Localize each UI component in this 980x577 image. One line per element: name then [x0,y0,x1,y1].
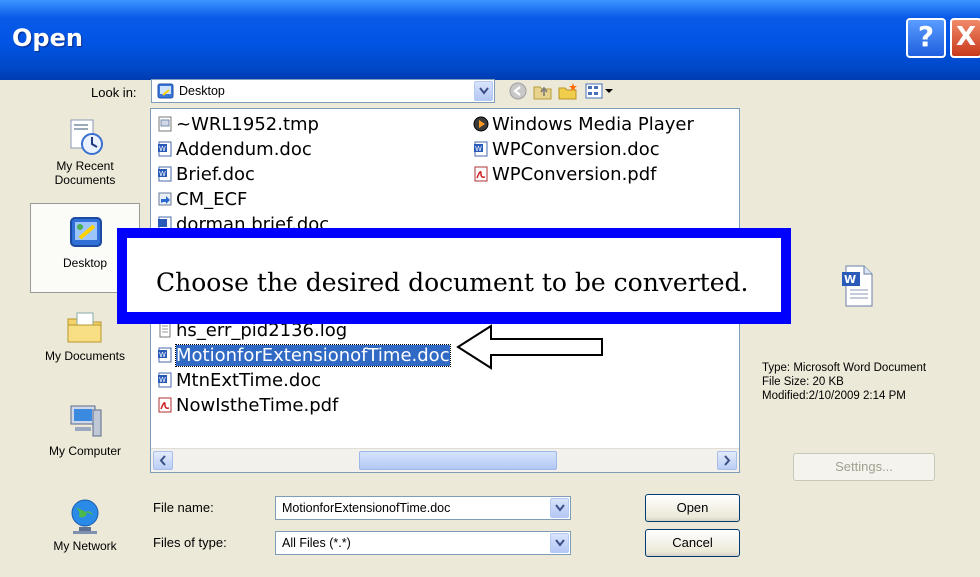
settings-button[interactable]: Settings... [793,453,935,481]
list-item[interactable]: W WPConversion.doc [473,138,660,162]
scroll-left-button[interactable] [153,451,173,470]
preview-type: Type: Microsoft Word Document [762,362,927,374]
my-network-icon [65,497,105,537]
dialog-title: Open [12,24,83,52]
place-my-recent-documents[interactable]: My Recent Documents [30,107,140,197]
file-name: WPConversion.doc [492,139,660,160]
file-name: MotionforExtensionofTime.doc [175,344,451,367]
file-name: Addendum.doc [176,139,312,160]
instruction-text: Choose the desired document to be conver… [156,268,749,297]
place-label: My Network [53,539,117,553]
look-in-value: Desktop [179,84,225,98]
my-documents-icon [65,307,105,347]
place-my-network[interactable]: My Network [30,487,140,577]
chevron-right-icon [724,455,731,466]
file-type-value: All Files (*.*) [282,536,351,550]
svg-text:W: W [159,145,166,153]
list-item-selected[interactable]: W MotionforExtensionofTime.doc [157,344,451,368]
file-name-value: MotionforExtensionofTime.doc [282,501,451,515]
horizontal-scrollbar[interactable] [151,448,739,472]
new-folder-icon[interactable] [558,82,578,104]
place-label: My Documents [44,349,126,363]
cancel-button[interactable]: Cancel [645,529,740,557]
file-type-select[interactable]: All Files (*.*) [275,531,571,555]
list-item[interactable]: WPConversion.pdf [473,163,656,187]
file-name-dropdown-button[interactable] [550,498,569,518]
word-doc-preview-icon: W [838,264,878,308]
places-bar: My Recent Documents Desktop My Documents … [30,107,140,557]
shortcut-icon [157,190,173,206]
file-name: NowIstheTime.pdf [176,395,339,416]
recent-documents-icon [65,117,105,157]
file-name: ~WRL1952.tmp [176,114,319,135]
svg-text:W: W [159,376,166,384]
open-button[interactable]: Open [645,494,740,522]
close-button[interactable]: X [950,18,980,58]
scroll-right-button[interactable] [717,451,737,470]
pdf-file-icon [157,396,173,413]
list-item[interactable]: W Brief.doc [157,163,255,187]
title-bar[interactable]: Open ? X [0,0,980,80]
svg-text:W: W [475,145,482,153]
scroll-thumb[interactable] [359,451,557,470]
place-label: Desktop [62,256,108,270]
place-label: My Computer [48,444,122,458]
place-label-line1: My Recent [56,159,114,173]
word-doc-icon: W [157,346,173,363]
file-name: CM_ECF [176,189,248,210]
open-dialog: Open ? X Look in: Desktop My Recent Docu… [0,0,980,565]
svg-text:W: W [159,351,166,359]
tmp-file-icon [157,115,173,132]
look-in-combo[interactable]: Desktop [151,79,495,103]
instruction-callout: Choose the desired document to be conver… [117,228,791,324]
file-type-label: Files of type: [153,535,227,550]
word-doc-icon: W [473,140,489,157]
file-name: Windows Media Player [492,114,694,135]
list-item[interactable]: Windows Media Player [473,113,694,137]
desktop-icon [66,214,106,254]
preview-size: File Size: 20 KB [762,376,844,388]
pdf-file-icon [473,165,489,182]
list-item[interactable]: CM_ECF [157,188,247,212]
file-name: Brief.doc [176,164,255,185]
help-button[interactable]: ? [906,18,946,58]
chevron-down-icon [555,504,565,512]
look-in-dropdown-button[interactable] [474,81,493,101]
file-name-input[interactable]: MotionforExtensionofTime.doc [275,496,571,520]
svg-text:W: W [844,273,856,286]
word-doc-icon: W [157,140,173,157]
list-item[interactable]: W MtnExtTime.doc [157,369,321,393]
my-computer-icon [65,402,105,442]
chevron-down-icon [479,87,489,95]
view-menu-icon[interactable] [585,82,615,104]
svg-text:W: W [159,170,166,178]
list-item[interactable]: ~WRL1952.tmp [157,113,319,137]
look-in-label: Look in: [91,85,137,100]
word-doc-icon: W [157,165,173,182]
desktop-small-icon [157,83,174,102]
chevron-down-icon [555,539,565,547]
chevron-left-icon [159,455,166,466]
preview-modified: Modified:2/10/2009 2:14 PM [762,390,906,402]
place-my-computer[interactable]: My Computer [30,392,140,482]
file-name: WPConversion.pdf [492,164,657,185]
place-label-line2: Documents [54,173,116,187]
back-icon[interactable] [509,82,527,104]
list-item[interactable]: W Addendum.doc [157,138,312,162]
up-folder-icon[interactable] [533,82,553,104]
file-name: MtnExtTime.doc [176,370,322,391]
media-player-icon [473,115,489,132]
pointer-arrow-icon [456,324,603,370]
list-item[interactable]: NowIstheTime.pdf [157,394,338,418]
word-doc-icon: W [157,371,173,388]
file-name-label: File name: [153,500,214,515]
file-type-dropdown-button[interactable] [550,533,569,553]
